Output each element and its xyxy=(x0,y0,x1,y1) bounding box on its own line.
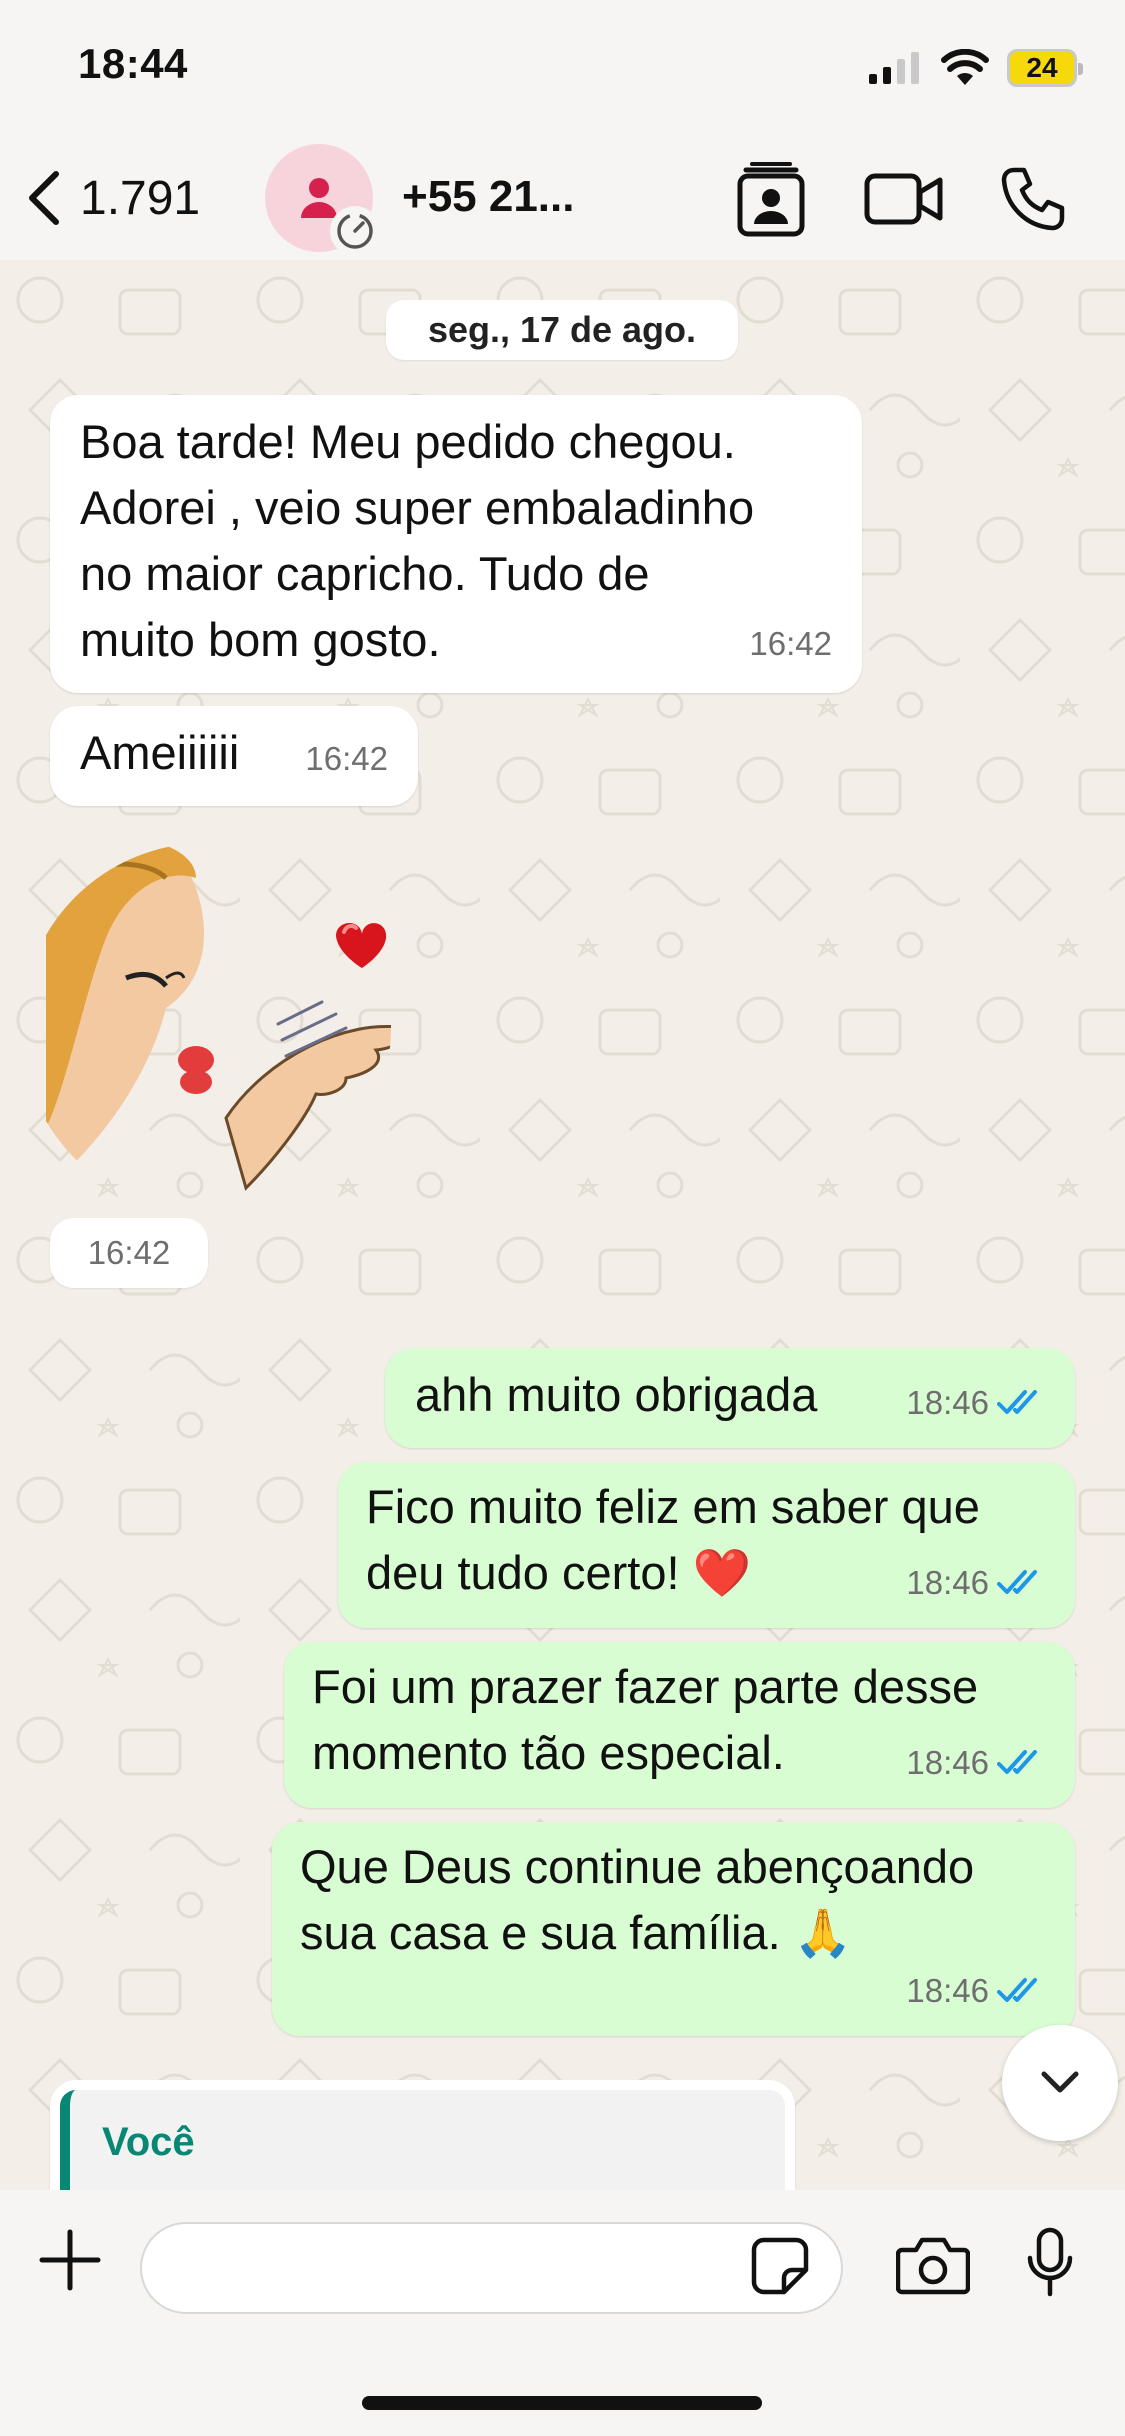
status-bar: 18:44 24 xyxy=(0,0,1125,140)
message-time: 16:42 xyxy=(305,740,388,777)
message-time: 18:46 xyxy=(906,1744,989,1781)
message-time: 16:42 xyxy=(749,625,832,662)
double-check-icon xyxy=(997,1978,1037,2002)
wifi-icon xyxy=(941,49,989,85)
message-time: 18:46 xyxy=(906,1384,989,1421)
message-bubble-outgoing[interactable]: Fico muito feliz em saber que deu tudo c… xyxy=(338,1462,1075,1628)
message-meta: 16:42 xyxy=(305,726,388,792)
message-meta: 16:42 xyxy=(749,611,832,677)
chat-area[interactable]: seg., 17 de ago. Boa tarde! Meu pedido c… xyxy=(0,260,1125,2190)
home-indicator xyxy=(362,2396,762,2410)
message-text: Que Deus continue abençoando sua casa e … xyxy=(300,1840,975,1959)
quoted-message-bubble[interactable]: Você xyxy=(50,2080,795,2190)
message-bubble-incoming[interactable]: Boa tarde! Meu pedido chegou. Adorei , v… xyxy=(50,395,862,693)
chevron-down-icon xyxy=(1041,2071,1079,2093)
status-time: 18:44 xyxy=(78,40,188,87)
message-time: 18:46 xyxy=(906,1564,989,1601)
message-meta: 18:46 xyxy=(906,1370,1045,1436)
double-check-icon xyxy=(997,1570,1037,1594)
chevron-left-icon xyxy=(29,171,59,225)
phone-icon[interactable] xyxy=(1000,166,1066,232)
back-button[interactable]: 1.791 xyxy=(24,168,200,228)
contact-name[interactable]: +55 21... xyxy=(402,172,574,222)
message-bubble-incoming[interactable]: Ameiiiiii 16:42 xyxy=(50,706,418,806)
double-check-icon xyxy=(997,1750,1037,1774)
sticker-icon[interactable] xyxy=(750,2236,810,2296)
signal-icon xyxy=(869,52,919,84)
message-text: Fico muito feliz em saber que deu tudo c… xyxy=(366,1480,980,1599)
message-text: ahh muito obrigada xyxy=(415,1368,818,1421)
chat-header: 1.791 +55 21... xyxy=(0,140,1125,260)
scroll-to-bottom-button[interactable] xyxy=(1002,2025,1118,2141)
disappearing-timer-badge xyxy=(330,206,380,256)
double-check-icon xyxy=(997,1390,1037,1414)
video-call-icon[interactable] xyxy=(864,170,944,228)
message-bubble-outgoing[interactable]: Foi um prazer fazer parte desse momento … xyxy=(284,1642,1075,1808)
camera-icon[interactable] xyxy=(896,2234,970,2296)
mic-icon[interactable] xyxy=(1025,2226,1075,2302)
message-text: Ameiiiiii xyxy=(80,726,240,779)
unread-count: 1.791 xyxy=(80,171,201,225)
message-text: Foi um prazer fazer parte desse momento … xyxy=(312,1660,979,1779)
timer-icon xyxy=(337,213,373,249)
sticker-kiss[interactable] xyxy=(46,828,426,1210)
message-bubble-outgoing[interactable]: ahh muito obrigada 18:46 xyxy=(385,1348,1075,1448)
person-icon xyxy=(301,178,337,218)
status-icons: 24 xyxy=(867,44,1083,92)
quoted-author: Você xyxy=(102,2120,195,2164)
message-time: 18:46 xyxy=(906,1972,989,2009)
message-meta: 18:46 xyxy=(906,1958,1045,2024)
message-input-wrapper[interactable] xyxy=(140,2222,843,2314)
message-meta: 18:46 xyxy=(906,1550,1045,1616)
contact-card-icon[interactable] xyxy=(736,162,806,238)
message-bubble-outgoing[interactable]: Que Deus continue abençoando sua casa e … xyxy=(272,1822,1075,2036)
quoted-message[interactable]: Você xyxy=(60,2090,785,2190)
date-chip: seg., 17 de ago. xyxy=(386,300,738,360)
plus-icon[interactable] xyxy=(38,2228,102,2292)
message-meta: 18:46 xyxy=(906,1730,1045,1796)
message-text: Boa tarde! Meu pedido chegou. Adorei , v… xyxy=(80,415,755,666)
message-input[interactable] xyxy=(172,2224,732,2312)
battery-indicator: 24 xyxy=(1007,49,1083,87)
sticker-time: 16:42 xyxy=(50,1218,208,1288)
